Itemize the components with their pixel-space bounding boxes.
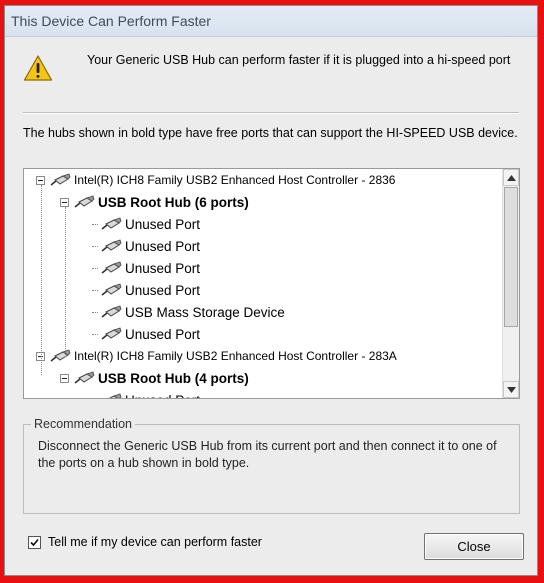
scroll-thumb[interactable]	[504, 187, 518, 327]
arrow-up-icon	[506, 174, 516, 181]
tree-scrollbar[interactable]	[502, 169, 519, 398]
tree-item-label: Unused Port	[125, 326, 201, 342]
warning-icon	[23, 55, 53, 81]
tree-item-label: USB Root Hub (6 ports)	[98, 194, 249, 210]
title-bar[interactable]: This Device Can Perform Faster	[5, 6, 537, 37]
tree-connector	[92, 333, 98, 335]
description-text: The hubs shown in bold type have free po…	[23, 126, 518, 140]
window-title: This Device Can Perform Faster	[11, 13, 211, 29]
tree-port-item[interactable]: Unused Port	[92, 235, 200, 257]
tree-item-label: Unused Port	[125, 393, 200, 399]
tree-controller-item[interactable]: Intel(R) ICH8 Family USB2 Enhanced Host …	[36, 169, 395, 191]
tree-guide-line	[41, 185, 42, 375]
dialog-window: This Device Can Perform Faster Your Gene…	[4, 5, 538, 576]
recommendation-legend: Recommendation	[31, 417, 135, 431]
tree-item-label: Unused Port	[125, 282, 201, 298]
tree-connector	[92, 223, 98, 225]
collapse-toggle-icon[interactable]	[60, 197, 69, 207]
tree-item-label: USB Mass Storage Device	[125, 304, 285, 320]
tree-item-label: Intel(R) ICH8 Family USB2 Enhanced Host …	[74, 349, 397, 363]
notify-checkbox[interactable]	[28, 535, 41, 549]
usb-connector-icon	[100, 217, 122, 231]
message-text: Your Generic USB Hub can perform faster …	[87, 53, 511, 67]
usb-connector-icon	[100, 283, 122, 297]
notify-checkbox-label: Tell me if my device can perform faster	[48, 535, 262, 549]
tree-connector	[92, 311, 98, 313]
usb-connector-icon	[100, 327, 122, 341]
tree-port-item[interactable]: Unused Port	[92, 389, 200, 398]
tree-port-item[interactable]: Unused Port	[92, 323, 200, 345]
usb-connector-icon	[100, 393, 122, 398]
scroll-up-button[interactable]	[503, 169, 519, 186]
usb-connector-icon	[100, 239, 122, 253]
tree-port-item[interactable]: Unused Port	[92, 213, 200, 235]
tree-item-label: USB Root Hub (4 ports)	[98, 370, 249, 386]
tree-connector	[92, 245, 98, 247]
tree-item-label: Unused Port	[125, 216, 201, 232]
usb-connector-icon	[100, 305, 122, 319]
tree-guide-line	[65, 207, 66, 357]
recommendation-text: Disconnect the Generic USB Hub from its …	[38, 439, 497, 470]
checkmark-icon	[30, 538, 39, 546]
usb-connector-icon	[49, 349, 71, 363]
notify-option[interactable]: Tell me if my device can perform faster	[28, 535, 262, 549]
usb-connector-icon	[73, 195, 95, 209]
separator	[23, 112, 519, 114]
tree-connector	[92, 289, 98, 291]
tree-item-label: Intel(R) ICH8 Family USB2 Enhanced Host …	[74, 173, 396, 187]
tree-root-hub-item[interactable]: USB Root Hub (6 ports)	[60, 191, 249, 213]
tree-port-item[interactable]: Unused Port	[92, 257, 200, 279]
tree-item-label: Unused Port	[125, 260, 201, 276]
arrow-down-icon	[506, 386, 516, 393]
scroll-down-button[interactable]	[503, 381, 519, 398]
collapse-toggle-icon[interactable]	[60, 373, 69, 383]
usb-connector-icon	[73, 371, 95, 385]
tree-root-hub-item[interactable]: USB Root Hub (4 ports)	[60, 367, 249, 389]
hub-tree-view[interactable]: Intel(R) ICH8 Family USB2 Enhanced Host …	[23, 168, 520, 399]
collapse-toggle-icon[interactable]	[36, 175, 45, 185]
tree-item-label: Unused Port	[125, 238, 201, 254]
tree-connector	[92, 267, 98, 269]
usb-connector-icon	[100, 261, 122, 275]
tree-port-item[interactable]: Unused Port	[92, 279, 200, 301]
usb-connector-icon	[49, 173, 71, 187]
tree-content: Intel(R) ICH8 Family USB2 Enhanced Host …	[24, 169, 502, 398]
tree-port-item[interactable]: USB Mass Storage Device	[92, 301, 285, 323]
close-button[interactable]: Close	[424, 533, 524, 560]
tree-controller-item[interactable]: Intel(R) ICH8 Family USB2 Enhanced Host …	[36, 345, 397, 367]
